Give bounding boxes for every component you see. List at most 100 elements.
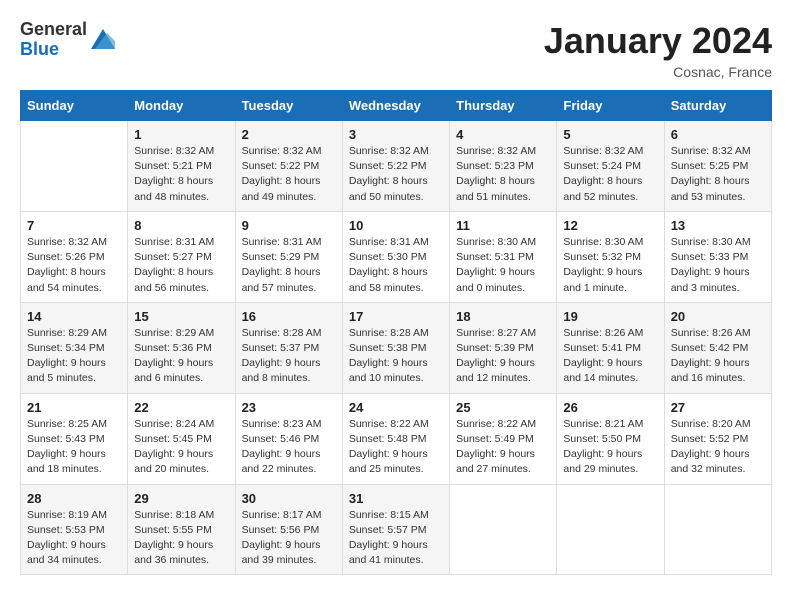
calendar-cell: 19 Sunrise: 8:26 AM Sunset: 5:41 PM Dayl… bbox=[557, 302, 664, 393]
sunrise-text: Sunrise: 8:20 AM bbox=[671, 418, 751, 430]
day-info: Sunrise: 8:17 AM Sunset: 5:56 PM Dayligh… bbox=[242, 508, 336, 569]
calendar-cell: 1 Sunrise: 8:32 AM Sunset: 5:21 PM Dayli… bbox=[128, 121, 235, 212]
day-info: Sunrise: 8:31 AM Sunset: 5:29 PM Dayligh… bbox=[242, 235, 336, 296]
logo-general-text: General bbox=[20, 20, 87, 40]
day-number: 15 bbox=[134, 309, 228, 324]
sunrise-text: Sunrise: 8:32 AM bbox=[134, 145, 214, 157]
sunset-text: Sunset: 5:22 PM bbox=[242, 160, 320, 172]
calendar-cell: 5 Sunrise: 8:32 AM Sunset: 5:24 PM Dayli… bbox=[557, 121, 664, 212]
calendar-week-row: 1 Sunrise: 8:32 AM Sunset: 5:21 PM Dayli… bbox=[21, 121, 772, 212]
day-info: Sunrise: 8:22 AM Sunset: 5:49 PM Dayligh… bbox=[456, 417, 550, 478]
logo: General Blue bbox=[20, 20, 115, 60]
daylight-text: Daylight: 9 hours and 20 minutes. bbox=[134, 448, 213, 475]
day-number: 24 bbox=[349, 400, 443, 415]
daylight-text: Daylight: 9 hours and 18 minutes. bbox=[27, 448, 106, 475]
day-number: 29 bbox=[134, 491, 228, 506]
day-info: Sunrise: 8:29 AM Sunset: 5:36 PM Dayligh… bbox=[134, 326, 228, 387]
sunrise-text: Sunrise: 8:32 AM bbox=[456, 145, 536, 157]
header-row: Sunday Monday Tuesday Wednesday Thursday… bbox=[21, 91, 772, 121]
day-info: Sunrise: 8:25 AM Sunset: 5:43 PM Dayligh… bbox=[27, 417, 121, 478]
sunset-text: Sunset: 5:42 PM bbox=[671, 342, 749, 354]
calendar-cell bbox=[21, 121, 128, 212]
day-info: Sunrise: 8:32 AM Sunset: 5:24 PM Dayligh… bbox=[563, 144, 657, 205]
sunrise-text: Sunrise: 8:28 AM bbox=[242, 327, 322, 339]
calendar-cell: 31 Sunrise: 8:15 AM Sunset: 5:57 PM Dayl… bbox=[342, 484, 449, 575]
day-number: 5 bbox=[563, 127, 657, 142]
header-friday: Friday bbox=[557, 91, 664, 121]
daylight-text: Daylight: 9 hours and 16 minutes. bbox=[671, 357, 750, 384]
day-number: 30 bbox=[242, 491, 336, 506]
calendar-cell: 3 Sunrise: 8:32 AM Sunset: 5:22 PM Dayli… bbox=[342, 121, 449, 212]
day-info: Sunrise: 8:28 AM Sunset: 5:37 PM Dayligh… bbox=[242, 326, 336, 387]
day-number: 1 bbox=[134, 127, 228, 142]
sunrise-text: Sunrise: 8:32 AM bbox=[242, 145, 322, 157]
day-number: 9 bbox=[242, 218, 336, 233]
day-info: Sunrise: 8:26 AM Sunset: 5:42 PM Dayligh… bbox=[671, 326, 765, 387]
calendar-cell: 30 Sunrise: 8:17 AM Sunset: 5:56 PM Dayl… bbox=[235, 484, 342, 575]
daylight-text: Daylight: 9 hours and 0 minutes. bbox=[456, 266, 535, 293]
calendar-week-row: 21 Sunrise: 8:25 AM Sunset: 5:43 PM Dayl… bbox=[21, 393, 772, 484]
daylight-text: Daylight: 9 hours and 32 minutes. bbox=[671, 448, 750, 475]
day-info: Sunrise: 8:30 AM Sunset: 5:33 PM Dayligh… bbox=[671, 235, 765, 296]
sunrise-text: Sunrise: 8:32 AM bbox=[671, 145, 751, 157]
header-thursday: Thursday bbox=[450, 91, 557, 121]
sunrise-text: Sunrise: 8:32 AM bbox=[27, 236, 107, 248]
sunrise-text: Sunrise: 8:18 AM bbox=[134, 509, 214, 521]
calendar-cell: 24 Sunrise: 8:22 AM Sunset: 5:48 PM Dayl… bbox=[342, 393, 449, 484]
calendar-cell: 29 Sunrise: 8:18 AM Sunset: 5:55 PM Dayl… bbox=[128, 484, 235, 575]
day-info: Sunrise: 8:23 AM Sunset: 5:46 PM Dayligh… bbox=[242, 417, 336, 478]
sunset-text: Sunset: 5:56 PM bbox=[242, 524, 320, 536]
sunrise-text: Sunrise: 8:17 AM bbox=[242, 509, 322, 521]
sunset-text: Sunset: 5:38 PM bbox=[349, 342, 427, 354]
sunrise-text: Sunrise: 8:31 AM bbox=[242, 236, 322, 248]
calendar-cell: 4 Sunrise: 8:32 AM Sunset: 5:23 PM Dayli… bbox=[450, 121, 557, 212]
daylight-text: Daylight: 9 hours and 8 minutes. bbox=[242, 357, 321, 384]
day-number: 2 bbox=[242, 127, 336, 142]
day-number: 27 bbox=[671, 400, 765, 415]
header-monday: Monday bbox=[128, 91, 235, 121]
daylight-text: Daylight: 8 hours and 51 minutes. bbox=[456, 175, 535, 202]
calendar-cell: 9 Sunrise: 8:31 AM Sunset: 5:29 PM Dayli… bbox=[235, 211, 342, 302]
day-number: 20 bbox=[671, 309, 765, 324]
calendar-cell: 18 Sunrise: 8:27 AM Sunset: 5:39 PM Dayl… bbox=[450, 302, 557, 393]
day-info: Sunrise: 8:18 AM Sunset: 5:55 PM Dayligh… bbox=[134, 508, 228, 569]
daylight-text: Daylight: 8 hours and 54 minutes. bbox=[27, 266, 106, 293]
daylight-text: Daylight: 8 hours and 56 minutes. bbox=[134, 266, 213, 293]
day-number: 8 bbox=[134, 218, 228, 233]
calendar-cell bbox=[450, 484, 557, 575]
calendar-week-row: 14 Sunrise: 8:29 AM Sunset: 5:34 PM Dayl… bbox=[21, 302, 772, 393]
daylight-text: Daylight: 9 hours and 14 minutes. bbox=[563, 357, 642, 384]
calendar-cell: 10 Sunrise: 8:31 AM Sunset: 5:30 PM Dayl… bbox=[342, 211, 449, 302]
day-number: 22 bbox=[134, 400, 228, 415]
day-number: 10 bbox=[349, 218, 443, 233]
day-info: Sunrise: 8:32 AM Sunset: 5:25 PM Dayligh… bbox=[671, 144, 765, 205]
sunset-text: Sunset: 5:30 PM bbox=[349, 251, 427, 263]
daylight-text: Daylight: 9 hours and 34 minutes. bbox=[27, 539, 106, 566]
calendar-cell: 2 Sunrise: 8:32 AM Sunset: 5:22 PM Dayli… bbox=[235, 121, 342, 212]
day-info: Sunrise: 8:21 AM Sunset: 5:50 PM Dayligh… bbox=[563, 417, 657, 478]
day-number: 12 bbox=[563, 218, 657, 233]
calendar-cell bbox=[557, 484, 664, 575]
day-number: 16 bbox=[242, 309, 336, 324]
daylight-text: Daylight: 8 hours and 50 minutes. bbox=[349, 175, 428, 202]
calendar-cell: 7 Sunrise: 8:32 AM Sunset: 5:26 PM Dayli… bbox=[21, 211, 128, 302]
sunset-text: Sunset: 5:34 PM bbox=[27, 342, 105, 354]
sunset-text: Sunset: 5:25 PM bbox=[671, 160, 749, 172]
daylight-text: Daylight: 9 hours and 41 minutes. bbox=[349, 539, 428, 566]
sunset-text: Sunset: 5:33 PM bbox=[671, 251, 749, 263]
sunset-text: Sunset: 5:37 PM bbox=[242, 342, 320, 354]
sunrise-text: Sunrise: 8:30 AM bbox=[456, 236, 536, 248]
calendar-cell: 15 Sunrise: 8:29 AM Sunset: 5:36 PM Dayl… bbox=[128, 302, 235, 393]
location: Cosnac, France bbox=[544, 64, 772, 80]
calendar-cell: 16 Sunrise: 8:28 AM Sunset: 5:37 PM Dayl… bbox=[235, 302, 342, 393]
calendar-cell: 20 Sunrise: 8:26 AM Sunset: 5:42 PM Dayl… bbox=[664, 302, 771, 393]
calendar-cell: 22 Sunrise: 8:24 AM Sunset: 5:45 PM Dayl… bbox=[128, 393, 235, 484]
day-number: 4 bbox=[456, 127, 550, 142]
sunset-text: Sunset: 5:48 PM bbox=[349, 433, 427, 445]
sunrise-text: Sunrise: 8:25 AM bbox=[27, 418, 107, 430]
sunset-text: Sunset: 5:53 PM bbox=[27, 524, 105, 536]
sunrise-text: Sunrise: 8:24 AM bbox=[134, 418, 214, 430]
calendar-cell: 27 Sunrise: 8:20 AM Sunset: 5:52 PM Dayl… bbox=[664, 393, 771, 484]
calendar-week-row: 28 Sunrise: 8:19 AM Sunset: 5:53 PM Dayl… bbox=[21, 484, 772, 575]
day-number: 31 bbox=[349, 491, 443, 506]
